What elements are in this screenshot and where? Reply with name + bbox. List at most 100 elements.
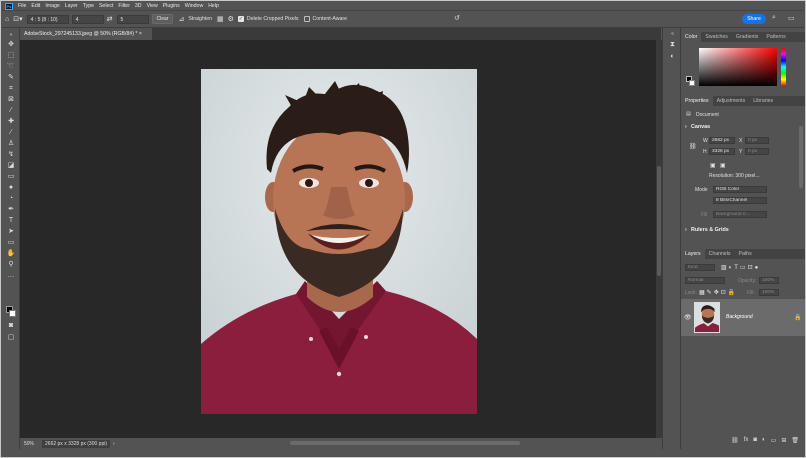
crop-height-input[interactable]: 5 <box>116 14 149 24</box>
tab-layers[interactable]: Layers <box>681 249 705 259</box>
rulers-grids-heading[interactable]: Rulers & Grids <box>691 227 729 233</box>
quick-mask-icon[interactable]: ◙ <box>6 321 16 330</box>
opacity-input[interactable]: 100% <box>759 277 779 284</box>
adjustment-layer-icon[interactable]: ◐ <box>762 437 766 443</box>
menu-edit[interactable]: Edit <box>31 3 40 9</box>
menu-image[interactable]: Image <box>45 3 59 9</box>
fill-select[interactable]: Background C... <box>713 211 767 218</box>
clear-button[interactable]: Clear <box>151 14 174 24</box>
healing-icon[interactable]: ✚ <box>6 117 16 126</box>
toolbar-collapse-icon[interactable]: » <box>6 31 16 40</box>
strip-collapse-icon[interactable]: « <box>668 30 677 39</box>
landscape-orientation-icon[interactable]: ▣ <box>720 162 726 169</box>
menu-window[interactable]: Window <box>185 3 203 9</box>
content-aware-checkbox[interactable] <box>303 16 310 22</box>
tab-channels[interactable]: Channels <box>705 249 735 259</box>
tab-color[interactable]: Color <box>681 32 702 42</box>
tab-adjustments[interactable]: Adjustments <box>713 96 750 106</box>
marquee-icon[interactable]: ⬚ <box>6 51 16 60</box>
menu-type[interactable]: Type <box>83 3 94 9</box>
zoom-level[interactable]: 50% <box>24 441 34 447</box>
straighten-button[interactable]: Straighten <box>188 16 212 22</box>
layer-name[interactable]: Background <box>726 314 753 320</box>
crop-tool-preset-icon[interactable]: ⊡▾ <box>13 15 22 23</box>
eye-icon[interactable]: 👁 <box>684 314 692 321</box>
type-icon[interactable]: T <box>6 216 16 225</box>
horizontal-scroll-thumb[interactable] <box>290 441 520 445</box>
overlay-grid-icon[interactable]: ▦ <box>217 15 224 23</box>
menu-help[interactable]: Help <box>208 3 219 9</box>
color-field[interactable] <box>699 48 777 86</box>
menu-select[interactable]: Select <box>99 3 113 9</box>
eyedropper-icon[interactable]: ⁄ <box>6 106 16 115</box>
workspace-icon[interactable]: ▭ <box>788 14 795 22</box>
background-color-swatch[interactable] <box>9 310 16 317</box>
layer-filter-kind[interactable]: Kind <box>685 264 715 271</box>
mode-select[interactable]: RGB Color <box>713 186 767 193</box>
blend-mode-select[interactable]: Normal <box>685 277 725 284</box>
delete-cropped-checkbox[interactable]: ✓ <box>237 16 244 22</box>
pen-icon[interactable]: ✒ <box>6 205 16 214</box>
document-info[interactable]: 2662 px x 3328 px (300 ppi) <box>42 439 111 448</box>
link-layers-icon[interactable]: ⛓ <box>731 437 739 444</box>
tab-gradients[interactable]: Gradients <box>732 32 763 42</box>
blur-icon[interactable]: ● <box>6 183 16 192</box>
menu-plugins[interactable]: Plugins <box>163 3 180 9</box>
rulers-chevron-icon[interactable]: › <box>685 227 687 233</box>
tab-properties[interactable]: Properties <box>681 96 713 106</box>
zoom-icon[interactable]: ⚲ <box>6 260 16 269</box>
hand-icon[interactable]: ✋ <box>6 249 16 258</box>
document-image[interactable] <box>201 69 477 414</box>
frame-icon[interactable]: ⊠ <box>6 95 16 104</box>
layer-filter-icons[interactable]: ▨◐T▭⊡● <box>721 264 760 271</box>
menu-filter[interactable]: Filter <box>118 3 130 9</box>
rectangle-icon[interactable]: ▭ <box>6 238 16 247</box>
menu-view[interactable]: View <box>147 3 158 9</box>
hue-slider[interactable] <box>781 48 786 86</box>
share-button[interactable]: Share <box>742 14 766 24</box>
adjustments-panel-icon[interactable]: ◐ <box>668 52 677 61</box>
swap-icon[interactable]: ⇄ <box>107 15 113 23</box>
gradient-icon[interactable]: ▭ <box>6 172 16 181</box>
quick-select-icon[interactable]: ✎ <box>6 73 16 82</box>
canvas-x-input[interactable]: 0 px <box>745 137 769 144</box>
canvas-y-input[interactable]: 0 px <box>745 148 769 155</box>
tab-patterns[interactable]: Patterns <box>762 32 789 42</box>
properties-scrollbar[interactable] <box>799 126 803 188</box>
menu-layer[interactable]: Layer <box>65 3 78 9</box>
path-select-icon[interactable]: ➤ <box>6 227 16 236</box>
new-layer-icon[interactable]: ⊞ <box>781 437 786 444</box>
ratio-select[interactable]: 4 : 5 (8 : 10) <box>26 14 69 24</box>
layer-lock-icon[interactable]: 🔒 <box>794 314 801 321</box>
screen-mode-icon[interactable]: ▢ <box>6 333 16 342</box>
history-panel-icon[interactable]: ⧗ <box>668 40 677 49</box>
canvas-height-input[interactable]: 3328 px <box>709 148 735 155</box>
layer-row-background[interactable]: 👁 Background 🔒 <box>681 299 805 336</box>
fill-opacity-input[interactable]: 100% <box>759 289 779 296</box>
fx-icon[interactable]: fx <box>744 437 749 443</box>
bit-depth-select[interactable]: 8 Bits/Channel <box>713 197 767 204</box>
lasso-icon[interactable]: ➰ <box>6 62 16 71</box>
canvas-chevron-icon[interactable]: › <box>685 124 687 130</box>
gear-icon[interactable]: ⚙ <box>228 15 234 23</box>
crop-icon[interactable]: ⌗ <box>6 84 16 93</box>
vertical-scroll-thumb[interactable] <box>657 166 661 276</box>
straighten-icon[interactable]: ⊿ <box>178 15 184 23</box>
move-icon[interactable]: ✥ <box>6 40 16 49</box>
new-group-icon[interactable]: ▭ <box>771 437 777 444</box>
eraser-icon[interactable]: ◪ <box>6 161 16 170</box>
link-icon[interactable]: ⛓ <box>689 143 697 150</box>
menu-3d[interactable]: 3D <box>135 3 142 9</box>
canvas-width-input[interactable]: 2662 px <box>709 137 735 144</box>
more-tools-icon[interactable]: … <box>6 271 16 280</box>
add-mask-icon[interactable]: ◙ <box>753 437 757 443</box>
lock-icons[interactable]: ▦✎✥⊡🔒 <box>699 289 737 296</box>
search-icon[interactable]: ⌕ <box>772 14 776 22</box>
home-icon[interactable]: ⌂ <box>5 16 9 23</box>
delete-layer-icon[interactable]: 🗑 <box>791 437 799 444</box>
menu-file[interactable]: File <box>18 3 26 9</box>
dodge-icon[interactable]: ◔ <box>6 194 16 203</box>
tab-paths[interactable]: Paths <box>735 249 756 259</box>
document-tab[interactable]: AdobeStock_297245133.jpeg @ 50% (RGB/8#)… <box>20 28 152 40</box>
layer-thumbnail[interactable] <box>694 302 720 333</box>
